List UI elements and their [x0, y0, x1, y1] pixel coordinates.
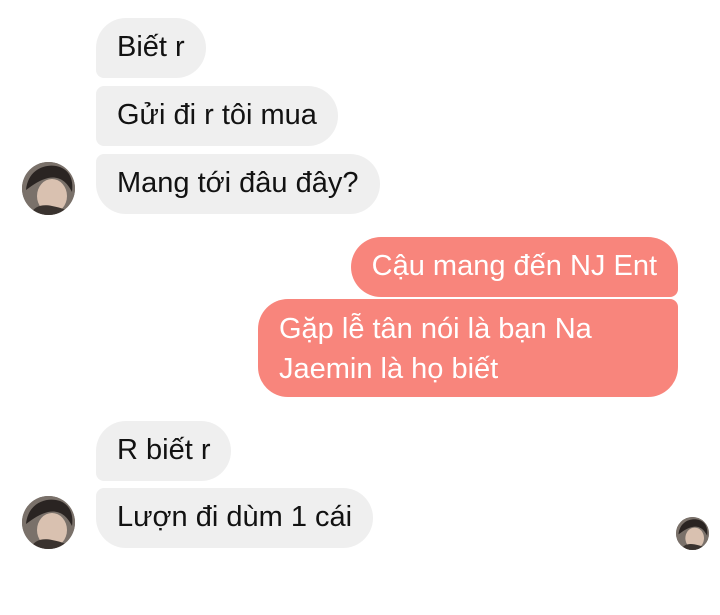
message-bubble-incoming[interactable]: Lượn đi dùm 1 cái — [96, 488, 374, 548]
contact-avatar[interactable] — [22, 496, 75, 549]
contact-avatar[interactable] — [22, 162, 75, 215]
message-text: R biết r — [117, 434, 211, 466]
read-receipt-avatar — [676, 517, 709, 550]
message-text: Mang tới đâu đây? — [117, 167, 359, 199]
message-text: Lượn đi dùm 1 cái — [117, 501, 353, 533]
avatar-photo-icon — [22, 162, 75, 215]
message-bubble-incoming[interactable]: Mang tới đâu đây? — [96, 154, 380, 214]
message-bubble-incoming[interactable]: R biết r — [96, 421, 232, 481]
message-bubble-incoming[interactable]: Biết r — [96, 18, 206, 78]
message-text: Biết r — [117, 31, 185, 63]
message-bubble-incoming[interactable]: Gửi đi r tôi mua — [96, 86, 338, 146]
message-bubble-outgoing[interactable]: Gặp lễ tân nói là bạn Na Jaemin là họ bi… — [258, 299, 678, 397]
message-text: Cậu mang đến NJ Ent — [371, 250, 657, 282]
seen-avatar-photo-icon — [676, 517, 709, 550]
message-text: Gặp lễ tân nói là bạn Na Jaemin là họ bi… — [279, 313, 592, 385]
message-text: Gửi đi r tôi mua — [117, 99, 317, 131]
avatar-photo-icon — [22, 496, 75, 549]
message-bubble-outgoing[interactable]: Cậu mang đến NJ Ent — [350, 237, 678, 297]
